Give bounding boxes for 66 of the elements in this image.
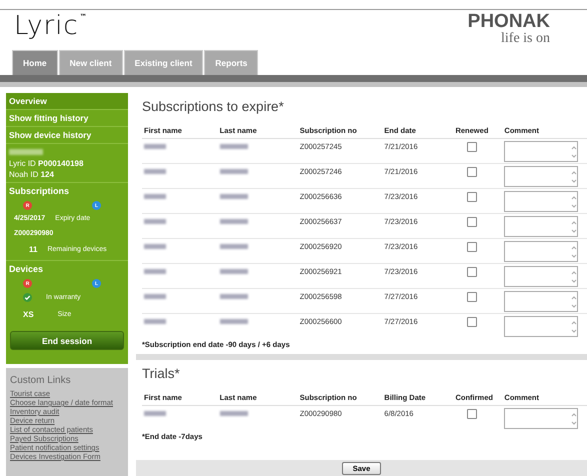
redacted-name [220,294,248,299]
comment-field[interactable] [504,266,578,287]
lyric-logo: Lyric [14,12,79,40]
comment-field[interactable] [504,291,578,312]
comment-field[interactable] [504,141,578,162]
scroll-arrows-icon [571,320,578,334]
redacted-name [144,169,166,174]
section-heading: Devices [9,264,44,274]
scroll-arrows-icon [571,270,578,284]
comment-field[interactable] [504,241,578,262]
checkbox[interactable] [467,167,478,177]
redacted-name [144,194,166,199]
scroll-arrows-icon [571,170,578,184]
noah-id: Noah ID 124 [9,170,55,179]
checkbox[interactable] [467,142,478,152]
nav-tab[interactable]: New client [58,50,123,75]
redacted-name [220,269,248,274]
checkbox[interactable] [467,317,478,327]
comment-field[interactable] [504,316,578,337]
custom-links-heading: Custom Links [10,376,72,385]
device-size: XS [23,310,34,319]
checkbox[interactable] [467,267,478,277]
redacted-name [220,411,248,416]
phonak-logo: PHONAK [468,12,550,32]
redacted-name [144,219,166,224]
scroll-arrows-icon [571,194,578,208]
checkbox[interactable] [467,217,478,227]
section-title: Trials* [142,366,181,381]
section-title: Subscriptions to expire* [142,99,285,114]
scroll-arrows-icon [571,220,578,234]
sidebar-link[interactable]: Show device history [6,127,128,144]
checkbox[interactable] [467,292,478,302]
checkbox[interactable] [467,242,478,252]
checkbox[interactable] [467,192,478,202]
scroll-arrows-icon [571,294,578,308]
scroll-arrows-icon [571,144,578,158]
redacted-name [144,269,166,274]
redacted-name [144,319,166,324]
nav-tab[interactable]: Reports [204,50,258,75]
tagline: life is on [501,32,550,46]
scroll-arrows-icon [571,412,578,426]
section-heading: Subscriptions [9,186,70,196]
redacted-name [144,144,166,149]
redacted-name [220,144,248,149]
checkbox[interactable] [467,409,478,419]
scroll-arrows-icon [571,244,578,258]
remaining-count: 11 [29,245,38,254]
nav-tab[interactable]: Existing client [124,50,204,75]
comment-field[interactable] [504,166,578,187]
redacted-name [144,411,166,416]
comment-field[interactable] [504,408,578,429]
redacted-name [144,244,166,249]
redacted-name [144,294,166,299]
comment-field[interactable] [504,191,578,212]
end-session-button[interactable]: End session [10,331,124,350]
redacted-name [9,149,43,155]
redacted-name [220,169,248,174]
sidebar-link[interactable]: Overview [6,93,128,110]
nav-tab[interactable]: Home [12,50,58,75]
comment-field[interactable] [504,216,578,237]
lyric-id: Lyric ID P000140198 [9,159,84,168]
redacted-name [220,194,248,199]
redacted-name [220,244,248,249]
redacted-name [220,219,248,224]
redacted-name [220,319,248,324]
sidebar-link[interactable]: Show fitting history [6,110,128,127]
